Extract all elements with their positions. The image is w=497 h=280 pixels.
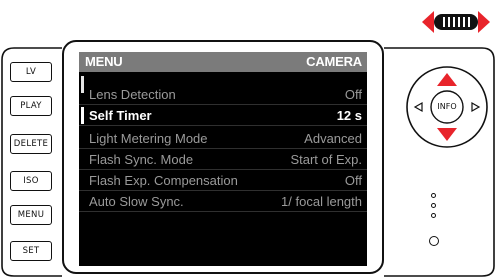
menu-item-label: Flash Exp. Compensation xyxy=(89,173,238,188)
menu-item-value: Off xyxy=(344,173,362,188)
menu-item-flash-sync-mode[interactable]: Flash Sync. Mode Start of Exp. xyxy=(79,149,367,170)
menu-item-value: Start of Exp. xyxy=(290,152,362,167)
menu-header: MENU CAMERA xyxy=(79,52,367,72)
menu-title: MENU xyxy=(85,54,123,69)
menu-item-label: Light Metering Mode xyxy=(89,131,208,146)
menu-section-title: CAMERA xyxy=(306,54,362,69)
status-led xyxy=(429,236,439,246)
menu-button[interactable]: MENU xyxy=(10,205,52,225)
menu-item-lens-detection[interactable]: Lens Detection Off xyxy=(79,84,367,105)
lcd-screen: MENU CAMERA Lens Detection Off Self Time… xyxy=(79,52,367,266)
play-button[interactable]: PLAY xyxy=(10,96,52,116)
menu-item-value: Advanced xyxy=(304,131,362,146)
menu-item-label: Self Timer xyxy=(89,108,152,123)
menu-item-value: 1/ focal length xyxy=(281,194,362,209)
menu-item-light-metering-mode[interactable]: Light Metering Mode Advanced xyxy=(79,128,367,149)
lv-button[interactable]: LV xyxy=(10,62,52,82)
menu-item-value: Off xyxy=(344,87,362,102)
delete-button[interactable]: DELETE xyxy=(10,134,52,154)
menu-item-self-timer[interactable]: Self Timer 12 s xyxy=(79,105,367,126)
menu-item-label: Lens Detection xyxy=(89,87,176,102)
menu-item-label: Flash Sync. Mode xyxy=(89,152,194,167)
set-button[interactable]: SET xyxy=(10,241,52,261)
info-label: INFO xyxy=(437,102,457,111)
menu-item-flash-exp-compensation[interactable]: Flash Exp. Compensation Off xyxy=(79,170,367,191)
menu-item-value: 12 s xyxy=(336,108,362,123)
iso-button[interactable]: ISO xyxy=(10,171,52,191)
menu-item-auto-slow-sync[interactable]: Auto Slow Sync. 1/ focal length xyxy=(79,191,367,212)
menu-item-label: Auto Slow Sync. xyxy=(89,194,184,209)
